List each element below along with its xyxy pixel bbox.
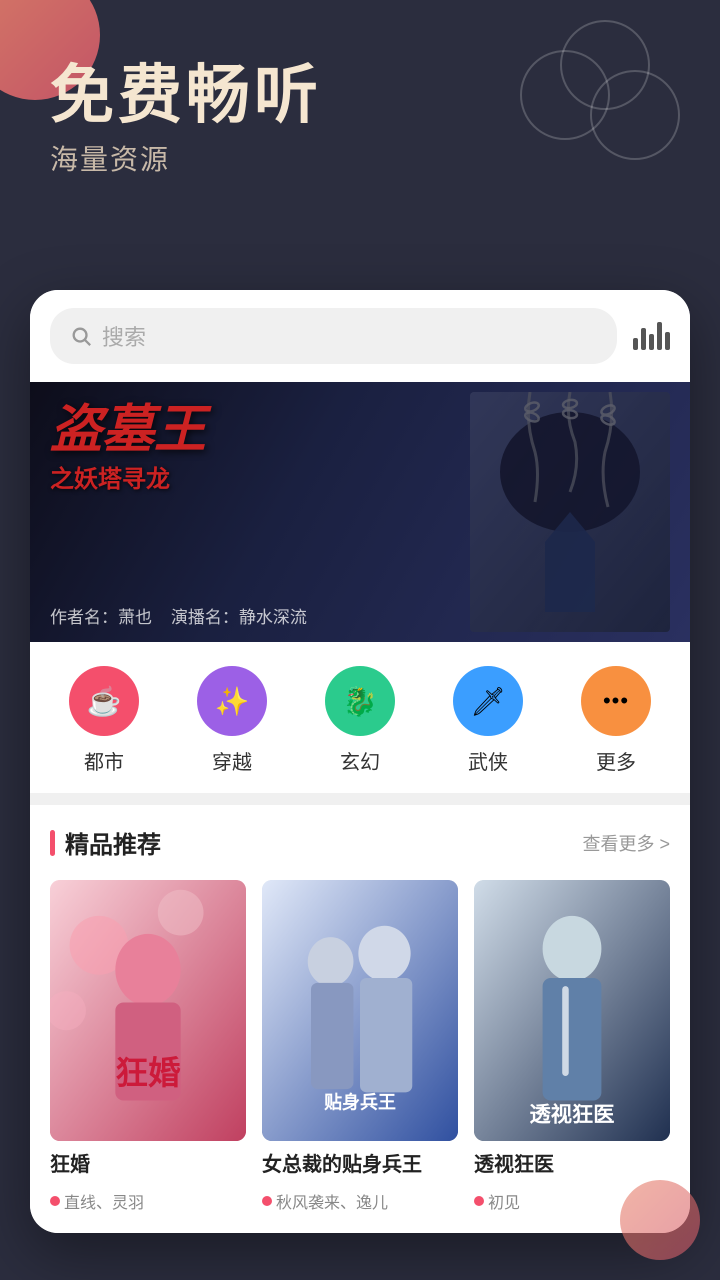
recommend-title-wrap: 精品推荐 [50,825,161,860]
book-item-2[interactable]: 贴身兵王 女总裁的贴身兵王 秋风袭来、逸儿 [262,880,458,1213]
book-item-3[interactable]: 透视狂医 透视狂医 初见 [474,880,670,1213]
recommend-section: 精品推荐 查看更多 > [30,805,690,1233]
category-more[interactable]: ••• 更多 [581,666,651,775]
mic-icon-2 [262,1196,272,1206]
category-label-wuxia: 武侠 [468,746,508,775]
book-name-1: 狂婚 [50,1151,246,1179]
recommend-header: 精品推荐 查看更多 > [50,825,670,860]
banner-meta: 作者名：萧也 演播名：静水深流 [50,603,307,628]
blob-circles-decoration [520,20,680,160]
svg-text:透视狂医: 透视狂医 [530,1102,615,1127]
banner-narrator: 演播名：静水深流 [171,608,307,627]
blob-decoration-bottom [620,1180,700,1260]
banner-text: 盗墓王 之妖塔寻龙 [50,402,206,494]
category-label-chuanyue: 穿越 [212,746,252,775]
category-label-dushi: 都市 [84,746,124,775]
category-icon-xuanhuan: 🐉 [325,666,395,736]
see-more-button[interactable]: 查看更多 > [582,830,670,856]
hero-section: 免费畅听 海量资源 [50,60,322,178]
book-cover-3: 透视狂医 [474,880,670,1141]
category-icon-wuxia: 🗡 [453,666,523,736]
title-bar-decoration [50,830,55,856]
section-divider [30,793,690,805]
phone-card: 搜索 [30,290,690,1233]
search-bar-area: 搜索 [30,290,690,382]
svg-text:狂婚: 狂婚 [115,1054,181,1091]
category-dushi[interactable]: ☕ 都市 [69,666,139,775]
hero-title: 免费畅听 [50,60,322,130]
category-label-xuanhuan: 玄幻 [340,746,380,775]
category-label-more: 更多 [596,746,636,775]
book-grid: 狂婚 狂婚 直线、灵羽 [50,880,670,1213]
mic-icon-1 [50,1196,60,1206]
book-author-1: 直线、灵羽 [50,1189,246,1213]
book-cover-2: 贴身兵王 [262,880,458,1141]
search-placeholder: 搜索 [102,320,146,352]
search-icon [70,325,92,347]
recommend-title: 精品推荐 [65,825,161,860]
app-background: 免费畅听 海量资源 搜索 [0,0,720,1280]
banner[interactable]: 盗墓王 之妖塔寻龙 作者名：萧也 演播名：静水深流 [30,382,690,642]
book-cover-1: 狂婚 [50,880,246,1141]
equalizer-icon[interactable] [633,322,670,350]
category-icon-dushi: ☕ [69,666,139,736]
book-name-2: 女总裁的贴身兵王 [262,1151,458,1179]
banner-decoration [470,392,670,632]
book-name-3: 透视狂医 [474,1151,670,1179]
category-wuxia[interactable]: 🗡 武侠 [453,666,523,775]
book-author-2: 秋风袭来、逸儿 [262,1189,458,1213]
book-item-1[interactable]: 狂婚 狂婚 直线、灵羽 [50,880,246,1213]
category-chuanyue[interactable]: ✨ 穿越 [197,666,267,775]
categories-section: ☕ 都市 ✨ 穿越 🐉 玄幻 🗡 武侠 ••• 更多 [30,642,690,793]
category-xuanhuan[interactable]: 🐉 玄幻 [325,666,395,775]
category-icon-more: ••• [581,666,651,736]
search-input[interactable]: 搜索 [50,308,617,364]
hero-subtitle: 海量资源 [50,138,322,178]
mic-icon-3 [474,1196,484,1206]
svg-text:贴身兵王: 贴身兵王 [324,1092,396,1113]
category-icon-chuanyue: ✨ [197,666,267,736]
banner-subtitle: 之妖塔寻龙 [50,459,206,494]
banner-title: 盗墓王 [50,402,206,459]
banner-author: 作者名：萧也 [50,608,152,627]
